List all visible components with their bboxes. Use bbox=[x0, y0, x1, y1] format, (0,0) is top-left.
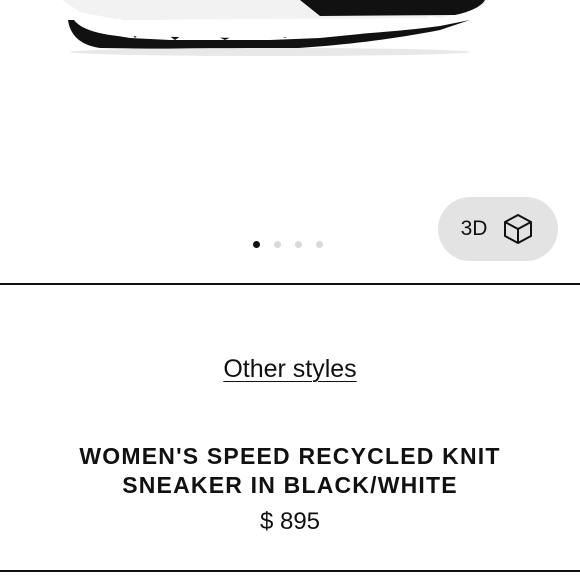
gallery-dot-4[interactable] bbox=[316, 240, 323, 248]
gallery-dot-3[interactable] bbox=[295, 240, 302, 248]
other-styles-link[interactable]: Other styles bbox=[0, 355, 580, 384]
section-divider-bottom bbox=[0, 570, 580, 572]
view-3d-label: 3D bbox=[460, 217, 488, 240]
cube-icon bbox=[504, 214, 533, 244]
gallery-dot-1[interactable] bbox=[253, 240, 260, 248]
gallery-dot-2[interactable] bbox=[274, 240, 281, 248]
product-title: WOMEN'S SPEED RECYCLED KNIT SNEAKER IN B… bbox=[79, 443, 501, 498]
product-image-gallery[interactable]: 3D bbox=[0, 0, 580, 284]
view-3d-button[interactable]: 3D bbox=[438, 197, 558, 261]
sneaker-product-image bbox=[62, 0, 485, 56]
product-price: $ 895 bbox=[259, 508, 321, 535]
gallery-pagination bbox=[253, 240, 323, 248]
section-divider-top bbox=[0, 283, 580, 285]
